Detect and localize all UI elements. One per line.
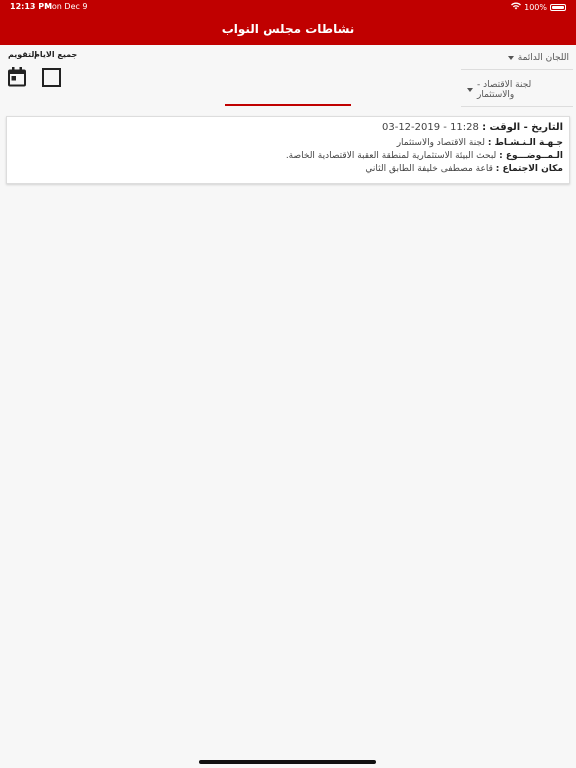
activity-subject: الـمــوضـــوع : لبحث البيئة الاستثمارية … [13,150,563,163]
activity-body: جـهـة الـنـشـاط : لجنة الاقتصاد والاستثم… [13,137,563,150]
body-key: جـهـة الـنـشـاط : [487,138,563,148]
body-value: لجنة الاقتصاد والاستثمار [396,138,485,148]
all-days-label: جميع الايام [34,50,78,59]
activity-location: مكان الاجتماع : قاعة مصطفى خليفة الطابق … [13,163,563,176]
calendar-label: التقويم [8,50,38,59]
chevron-down-icon [507,56,514,60]
home-indicator[interactable] [199,760,376,764]
activity-datetime: التاريخ - الوقت : 03-12-2019 - 11:28 [13,121,563,134]
battery-icon [550,3,566,11]
subject-value: لبحث البيئة الاستثمارية لمنطقة العقبة ال… [285,151,497,161]
activity-card[interactable]: التاريخ - الوقت : 03-12-2019 - 11:28 جـه… [6,116,570,184]
app-header: 12:13 PM Mon Dec 9 100% نشاطات مجلس النو… [0,0,576,45]
location-value: قاعة مصطفى خليفة الطابق الثاني [365,164,493,174]
page-title: نشاطات مجلس النواب [221,22,355,36]
subject-key: الـمــوضـــوع : [499,151,563,161]
status-date: Mon Dec 9 [45,2,88,11]
battery-percent: 100% [524,2,547,12]
committee-type-value: اللجان الدائمة [517,53,569,63]
committee-dropdown[interactable]: - لجنة الاقتصاد والاستثمار [461,80,573,107]
wifi-icon [511,2,522,12]
committee-value: - لجنة الاقتصاد والاستثمار [477,80,532,100]
datetime-key: التاريخ - الوقت : [482,122,563,133]
chevron-down-icon [467,88,473,92]
status-indicators: 100% [511,2,566,12]
datetime-value: 03-12-2019 - 11:28 [381,122,479,133]
committee-type-dropdown[interactable]: اللجان الدائمة [461,53,573,70]
all-days-checkbox[interactable] [42,68,61,87]
tab-indicator [225,104,351,106]
calendar-icon[interactable] [7,67,27,87]
location-key: مكان الاجتماع : [495,164,563,174]
